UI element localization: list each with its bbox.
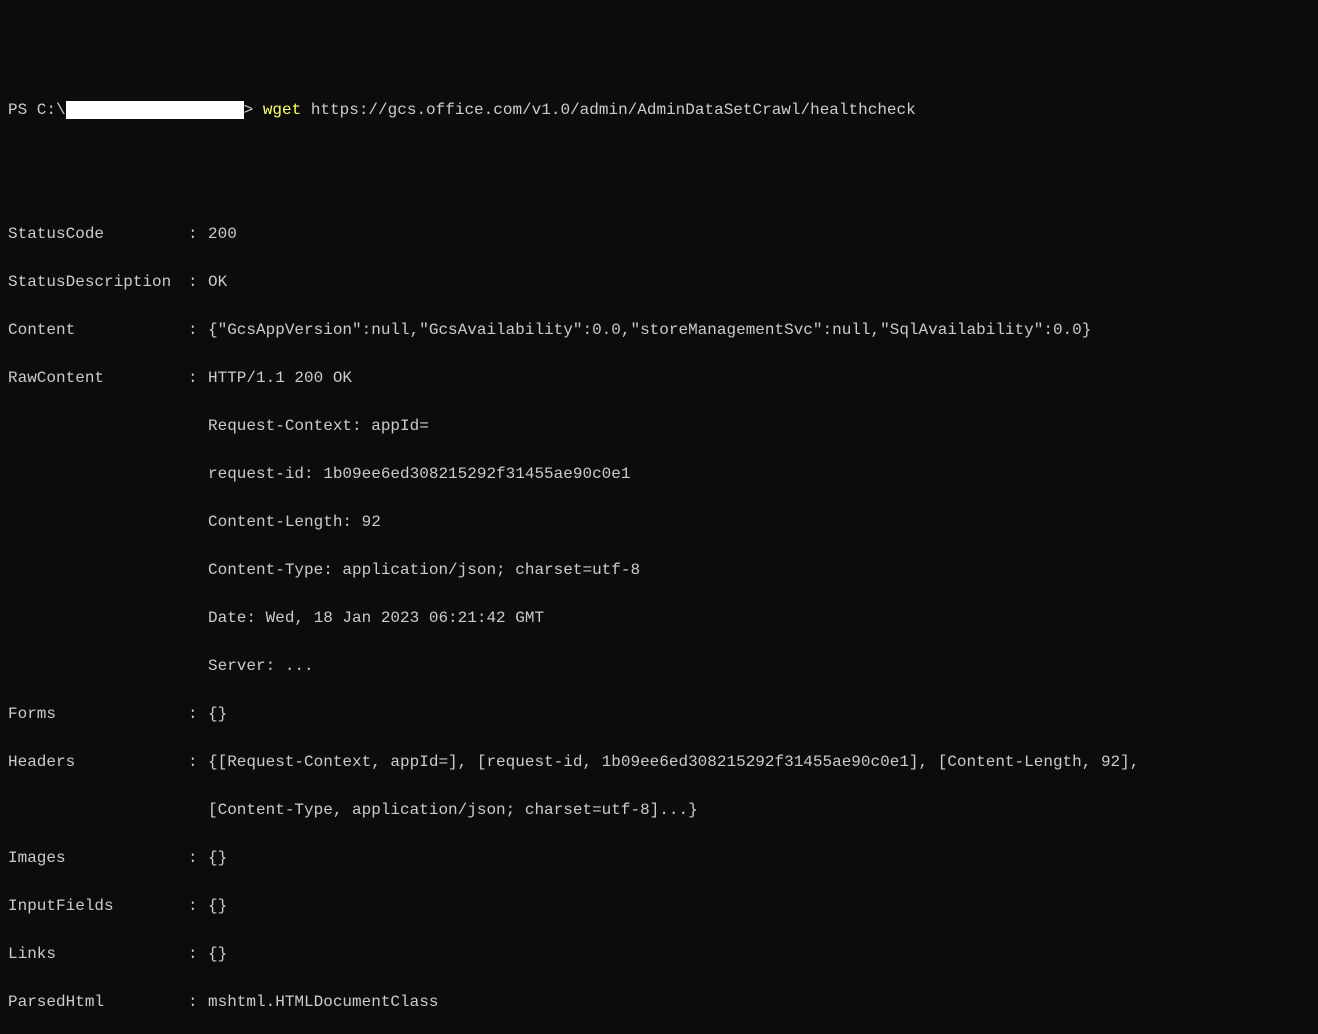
field-label: Content (8, 318, 188, 342)
command-keyword: wget (263, 98, 301, 122)
field-label: InputFields (8, 894, 188, 918)
links-row: Links: {} (8, 942, 1310, 966)
colon: : (188, 990, 208, 1014)
field-value: {[Request-Context, appId=], [request-id,… (208, 750, 1310, 774)
field-value: {} (208, 846, 1310, 870)
field-value: 200 (208, 222, 1310, 246)
field-label: Forms (8, 702, 188, 726)
field-label: Images (8, 846, 188, 870)
raw-content-line: request-id: 1b09ee6ed308215292f31455ae90… (8, 462, 1310, 486)
prompt-arrow: > (244, 98, 263, 122)
colon: : (188, 702, 208, 726)
raw-content-line: Request-Context: appId= (8, 414, 1310, 438)
status-description-row: StatusDescription: OK (8, 270, 1310, 294)
images-row: Images: {} (8, 846, 1310, 870)
field-value: {} (208, 942, 1310, 966)
output-block: StatusCode: 200 StatusDescription: OK Co… (8, 198, 1310, 1034)
field-label: ParsedHtml (8, 990, 188, 1014)
raw-content-line: Content-Type: application/json; charset=… (8, 558, 1310, 582)
colon: : (188, 222, 208, 246)
field-value: {} (208, 702, 1310, 726)
colon: : (188, 750, 208, 774)
field-value: OK (208, 270, 1310, 294)
colon: : (188, 846, 208, 870)
command-argument: https://gcs.office.com/v1.0/admin/AdminD… (301, 98, 916, 122)
headers-row: Headers: {[Request-Context, appId=], [re… (8, 750, 1310, 774)
raw-content-row: RawContent: HTTP/1.1 200 OK (8, 366, 1310, 390)
forms-row: Forms: {} (8, 702, 1310, 726)
field-label: StatusCode (8, 222, 188, 246)
field-value: mshtml.HTMLDocumentClass (208, 990, 1310, 1014)
command-prompt-line[interactable]: PS C:\ > wget https://gcs.office.com/v1.0… (8, 98, 1310, 122)
field-label: RawContent (8, 366, 188, 390)
field-value: HTTP/1.1 200 OK (208, 366, 1310, 390)
colon: : (188, 942, 208, 966)
headers-line2: [Content-Type, application/json; charset… (8, 798, 1310, 822)
colon: : (188, 366, 208, 390)
field-value: {} (208, 894, 1310, 918)
raw-content-line: Date: Wed, 18 Jan 2023 06:21:42 GMT (8, 606, 1310, 630)
field-value: {"GcsAppVersion":null,"GcsAvailability":… (208, 318, 1310, 342)
raw-content-line: Content-Length: 92 (8, 510, 1310, 534)
redacted-path (66, 101, 244, 119)
colon: : (188, 318, 208, 342)
content-row: Content: {"GcsAppVersion":null,"GcsAvail… (8, 318, 1310, 342)
field-label: Headers (8, 750, 188, 774)
colon: : (188, 894, 208, 918)
field-label: StatusDescription (8, 270, 188, 294)
raw-content-line: Server: ... (8, 654, 1310, 678)
prompt-prefix: PS C:\ (8, 98, 66, 122)
colon: : (188, 270, 208, 294)
field-label: Links (8, 942, 188, 966)
parsed-html-row: ParsedHtml: mshtml.HTMLDocumentClass (8, 990, 1310, 1014)
status-code-row: StatusCode: 200 (8, 222, 1310, 246)
input-fields-row: InputFields: {} (8, 894, 1310, 918)
